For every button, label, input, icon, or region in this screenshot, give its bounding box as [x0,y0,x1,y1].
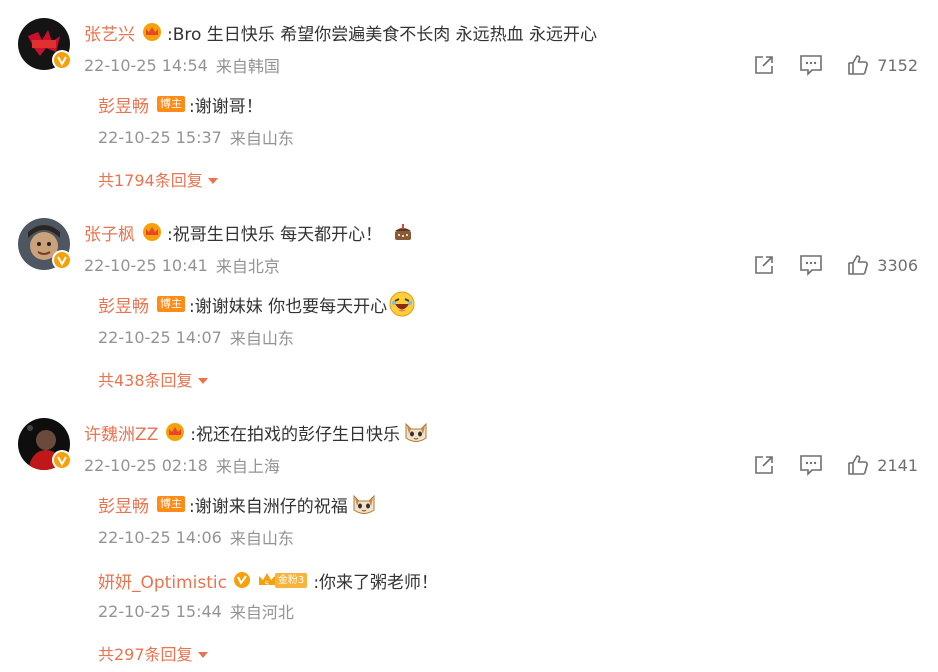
like-button[interactable]: 7152 [847,54,918,76]
reply-time: 22-10-25 15:44 [98,601,222,621]
fans-badge: 5 金粉3 [257,570,308,590]
crown-icon: 5 [258,573,275,589]
reply-text: :谢谢哥！ [189,96,263,117]
like-icon [847,454,869,476]
comment-location: 来自上海 [215,457,280,476]
reply-username[interactable]: 彭昱畅 [98,492,149,517]
crown-icon [141,22,163,42]
comment-text: :Bro 生日快乐 希望你尝遍美食不长肉 永远热血 永远开心 [167,24,598,45]
cake-emoji-icon [392,221,414,243]
comment-time: 22-10-25 14:54 [84,55,208,75]
more-replies-link[interactable]: 共438条回复 [98,368,209,390]
more-replies-link[interactable]: 共1794条回复 [98,168,219,190]
blogger-badge: 博主 [157,96,185,112]
reply-time: 22-10-25 14:07 [98,327,222,347]
chevron-down-icon [207,170,219,189]
share-icon [753,454,775,476]
reply-time: 22-10-25 15:37 [98,127,222,147]
like-icon [847,54,869,76]
fans-badge-label: 金粉3 [274,572,308,588]
more-replies-label: 共297条回复 [98,645,193,664]
blogger-badge: 博主 [157,496,185,512]
reply-location: 来自山东 [229,329,294,348]
reply-text: :你来了粥老师！ [313,572,439,593]
comment-username[interactable]: 张艺兴 [84,20,135,45]
reply-location: 来自山东 [229,129,294,148]
reply-text: :谢谢妹妹 你也要每天开心 [189,296,388,317]
more-replies-label: 共1794条回复 [98,171,203,190]
reply-username[interactable]: 妍妍_Optimistic [98,568,227,593]
comment-time: 22-10-25 02:18 [84,455,208,475]
comment-text: :祝还在拍戏的彭仔生日快乐 [190,424,401,445]
verified-icon [52,450,72,470]
comment-button[interactable] [799,54,823,76]
more-replies-link[interactable]: 共297条回复 [98,642,209,664]
crown-icon [164,422,186,442]
cat-emoji-icon [350,490,378,518]
like-icon [847,254,869,276]
avatar[interactable] [18,18,72,70]
comment-username[interactable]: 张子枫 [84,220,135,245]
reply-username[interactable]: 彭昱畅 [98,92,149,117]
verified-icon [233,571,251,589]
share-icon [753,54,775,76]
comment-button[interactable] [799,454,823,476]
share-button[interactable] [753,254,775,276]
like-button[interactable]: 2141 [847,454,918,476]
share-button[interactable] [753,454,775,476]
crown-icon [141,222,163,242]
chevron-down-icon [197,370,209,389]
comment-icon [799,254,823,276]
comment-location: 来自韩国 [215,57,280,76]
avatar[interactable] [18,218,72,270]
more-replies-label: 共438条回复 [98,371,193,390]
share-button[interactable] [753,54,775,76]
reply-location: 来自山东 [229,529,294,548]
laughing-emoji-icon [389,291,415,317]
share-icon [753,254,775,276]
comment-icon [799,454,823,476]
like-count: 7152 [877,55,918,75]
reply-text: :谢谢来自洲仔的祝福 [189,496,348,517]
comment-icon [799,54,823,76]
verified-icon [52,250,72,270]
chevron-down-icon [197,644,209,663]
reply-time: 22-10-25 14:06 [98,527,222,547]
avatar[interactable] [18,418,72,470]
comment-text: :祝哥生日快乐 每天都开心！ [167,224,383,245]
reply-username[interactable]: 彭昱畅 [98,292,149,317]
reply-location: 来自河北 [229,603,294,622]
verified-icon [52,50,72,70]
like-button[interactable]: 3306 [847,254,918,276]
comment-username[interactable]: 许魏洲ZZ [84,420,158,445]
fans-level: 5 [264,580,269,589]
comment-time: 22-10-25 10:41 [84,255,208,275]
like-count: 3306 [877,255,918,275]
comment-location: 来自北京 [215,257,280,276]
like-count: 2141 [877,455,918,475]
cat-emoji-icon [402,418,430,446]
blogger-badge: 博主 [157,296,185,312]
comment-button[interactable] [799,254,823,276]
